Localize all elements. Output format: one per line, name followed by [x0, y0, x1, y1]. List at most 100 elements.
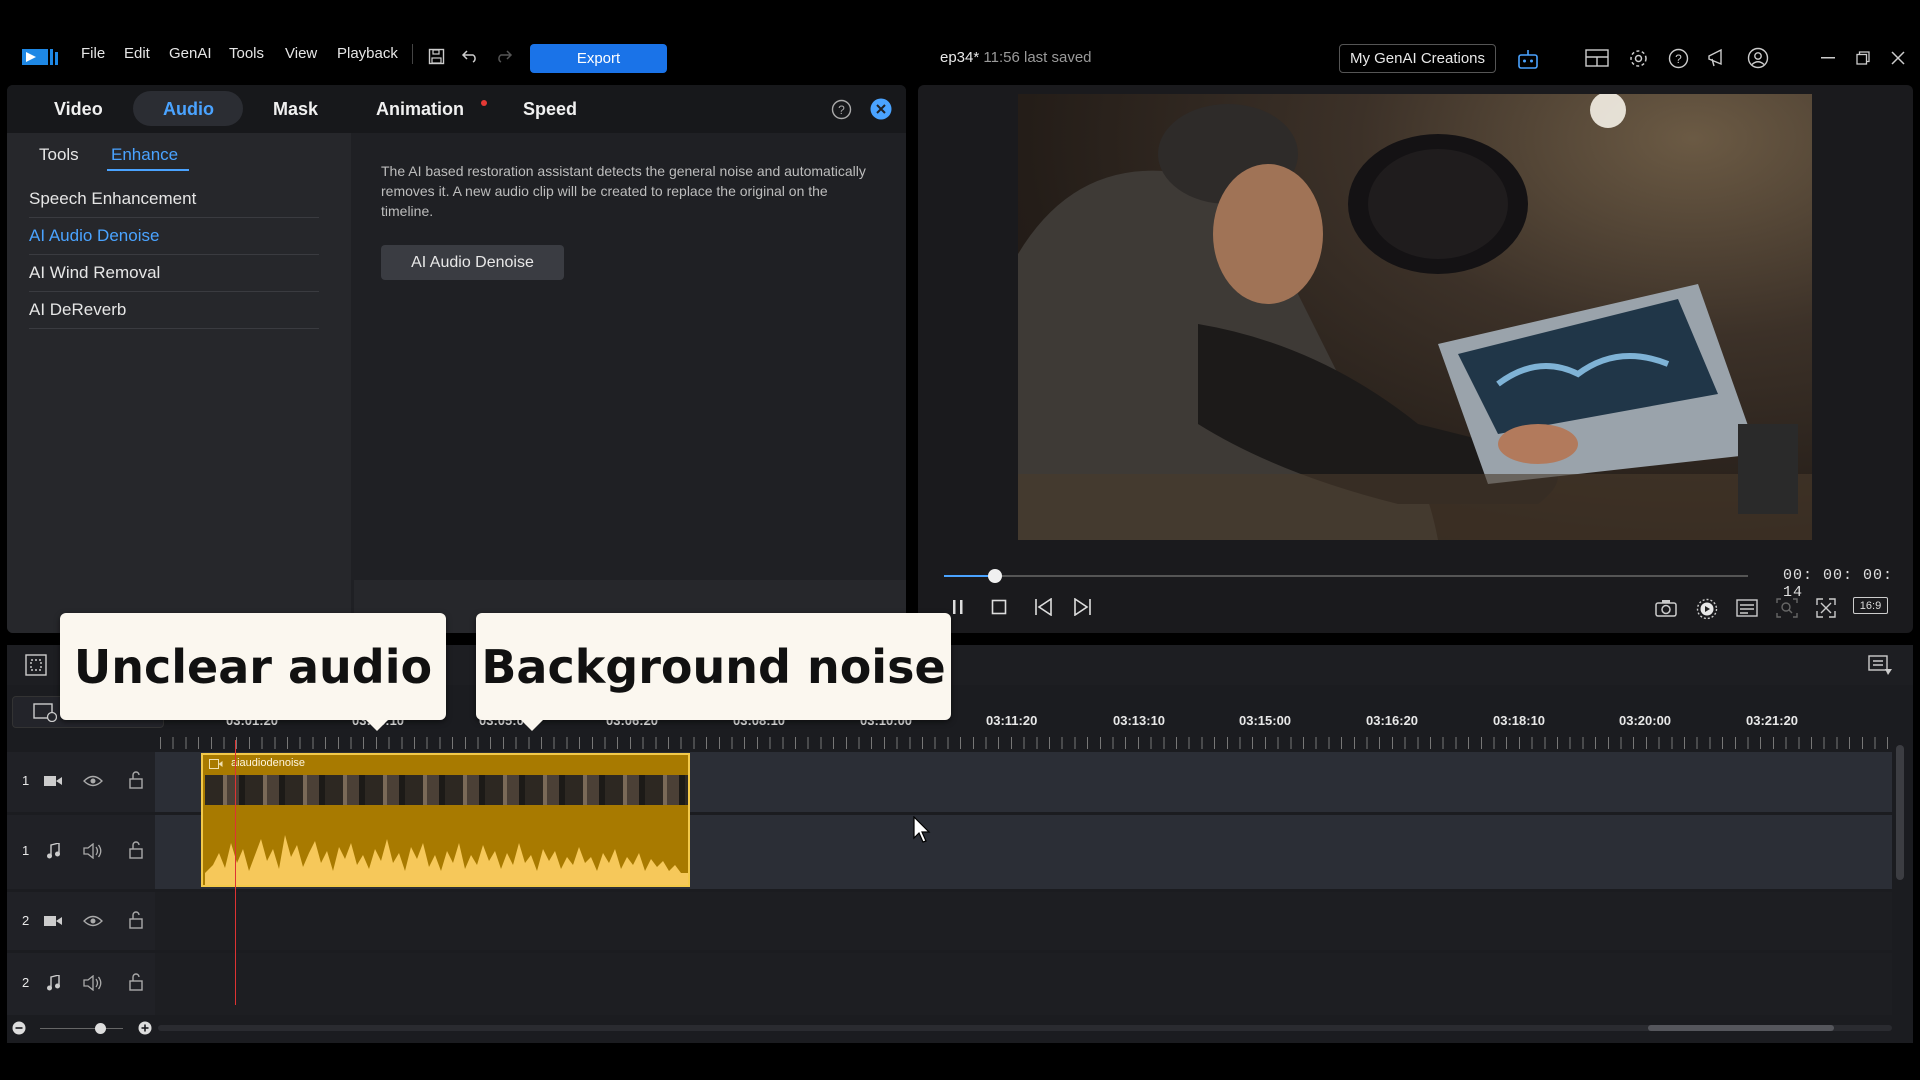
- tab-animation[interactable]: Animation: [376, 99, 464, 120]
- timeline-clip[interactable]: aiaudiodenoise: [201, 753, 690, 887]
- animation-new-dot: [481, 100, 487, 106]
- zoom-slider-handle[interactable]: [95, 1023, 106, 1034]
- close-window-icon[interactable]: [1886, 48, 1910, 68]
- timecode-display: 00: 00: 00: 14: [1783, 567, 1894, 601]
- lock-icon[interactable]: [126, 973, 146, 991]
- timeline-horizontal-scrollbar-track[interactable]: [158, 1025, 1892, 1031]
- subtitles-icon[interactable]: [1734, 597, 1760, 619]
- mouse-cursor-icon: [913, 816, 933, 844]
- genai-assistant-icon[interactable]: [1514, 46, 1542, 72]
- ruler-label: 03:15:00: [1239, 713, 1292, 728]
- callout-pointer: [520, 719, 544, 731]
- timeline-vertical-scrollbar[interactable]: [1896, 745, 1904, 880]
- project-title: ep34* 11:56 last saved: [940, 49, 1092, 66]
- timeline-options-icon[interactable]: [1866, 652, 1896, 678]
- visibility-eye-icon[interactable]: [82, 913, 104, 929]
- track-number: 2: [22, 913, 30, 928]
- zoom-slider-track[interactable]: [40, 1028, 123, 1029]
- undo-icon[interactable]: [458, 46, 482, 66]
- ruler-label: 03:16:20: [1366, 713, 1419, 728]
- aspect-ratio-button[interactable]: 16:9: [1853, 597, 1888, 614]
- render-preview-icon[interactable]: [1694, 597, 1720, 621]
- track-number: 1: [22, 843, 30, 858]
- volume-icon[interactable]: [82, 974, 104, 992]
- playback-scrubber-track[interactable]: [944, 569, 1748, 583]
- previous-frame-icon[interactable]: [1031, 597, 1055, 617]
- account-icon[interactable]: [1745, 46, 1771, 70]
- ruler-label: 03:18:10: [1493, 713, 1546, 728]
- visibility-eye-icon[interactable]: [82, 773, 104, 789]
- track-manager-icon: [31, 700, 59, 724]
- save-icon[interactable]: [424, 46, 448, 66]
- timeline-horizontal-scrollbar-thumb[interactable]: [1648, 1025, 1834, 1031]
- clip-video-icon: [209, 759, 223, 769]
- audio-track-2[interactable]: [155, 953, 1892, 1015]
- announcement-icon[interactable]: [1705, 46, 1731, 70]
- tab-audio[interactable]: Audio: [163, 99, 214, 120]
- svg-text:?: ?: [1675, 52, 1682, 66]
- help-icon[interactable]: ?: [1665, 46, 1691, 70]
- clip-name: aiaudiodenoise: [231, 757, 306, 769]
- snapshot-camera-icon[interactable]: [1653, 597, 1679, 619]
- zoom-preview-icon[interactable]: [1774, 597, 1800, 619]
- callout-background-noise: Background noise: [476, 613, 951, 720]
- app-logo: [22, 46, 60, 68]
- subtab-tools[interactable]: Tools: [39, 145, 79, 165]
- ruler-label: 03:20:00: [1619, 713, 1672, 728]
- svg-text:?: ?: [838, 103, 845, 117]
- restore-icon[interactable]: [1851, 48, 1875, 68]
- redo-icon[interactable]: [492, 46, 516, 66]
- panel-close-icon[interactable]: [870, 98, 892, 120]
- list-item-ai-audio-denoise[interactable]: AI Audio Denoise: [29, 218, 319, 255]
- menu-genai[interactable]: GenAI: [169, 45, 212, 62]
- playback-scrubber-handle[interactable]: [987, 569, 1002, 583]
- ai-audio-denoise-button[interactable]: AI Audio Denoise: [381, 245, 564, 280]
- video-track-icon: [43, 913, 63, 929]
- tab-video[interactable]: Video: [54, 99, 103, 120]
- tab-speed[interactable]: Speed: [523, 99, 577, 120]
- volume-icon[interactable]: [82, 842, 104, 860]
- menu-view[interactable]: View: [285, 45, 317, 62]
- tab-mask[interactable]: Mask: [273, 99, 318, 120]
- minimize-icon[interactable]: [1816, 48, 1840, 68]
- audio-track-icon: [43, 842, 63, 860]
- lock-icon[interactable]: [126, 911, 146, 929]
- podcast-scene-image: [1018, 94, 1812, 540]
- my-genai-creations-button[interactable]: My GenAI Creations: [1339, 44, 1496, 73]
- playhead-line[interactable]: [235, 740, 236, 1005]
- track-number: 1: [22, 773, 30, 788]
- timeline-tools-icon[interactable]: [22, 652, 50, 678]
- panel-help-icon[interactable]: ?: [830, 98, 852, 120]
- list-item-ai-wind-removal[interactable]: AI Wind Removal: [29, 255, 319, 292]
- menu-tools[interactable]: Tools: [229, 45, 264, 62]
- next-frame-icon[interactable]: [1071, 597, 1095, 617]
- pause-icon[interactable]: [947, 597, 969, 617]
- lock-icon[interactable]: [126, 771, 146, 789]
- audio-track-icon: [43, 974, 63, 992]
- menu-file[interactable]: File: [81, 45, 105, 62]
- list-item-speech-enhancement[interactable]: Speech Enhancement: [29, 181, 319, 218]
- zoom-in-icon[interactable]: [137, 1020, 153, 1036]
- ruler-label: 03:21:20: [1746, 713, 1799, 728]
- denoise-description: The AI based restoration assistant detec…: [381, 163, 866, 219]
- layout-icon[interactable]: [1584, 46, 1610, 70]
- zoom-out-icon[interactable]: [11, 1020, 27, 1036]
- subtab-enhance[interactable]: Enhance: [111, 145, 178, 165]
- callout-unclear-audio: Unclear audio: [60, 613, 446, 720]
- toolbar-divider: [412, 44, 413, 64]
- track-number: 2: [22, 975, 30, 990]
- video-track-2[interactable]: [155, 892, 1892, 950]
- video-preview-frame: [1018, 94, 1812, 540]
- export-button[interactable]: Export: [530, 44, 667, 73]
- callout-pointer: [365, 719, 389, 731]
- list-item-ai-dereverb[interactable]: AI DeReverb: [29, 292, 319, 329]
- menu-playback[interactable]: Playback: [337, 45, 398, 62]
- last-saved: 11:56 last saved: [983, 49, 1092, 66]
- fullscreen-icon[interactable]: [1813, 597, 1839, 619]
- lock-icon[interactable]: [126, 841, 146, 859]
- menu-edit[interactable]: Edit: [124, 45, 150, 62]
- stop-icon[interactable]: [988, 597, 1010, 617]
- settings-gear-icon[interactable]: [1625, 46, 1651, 70]
- ruler-ticks: [160, 737, 1892, 749]
- ruler-label: 03:13:10: [1113, 713, 1166, 728]
